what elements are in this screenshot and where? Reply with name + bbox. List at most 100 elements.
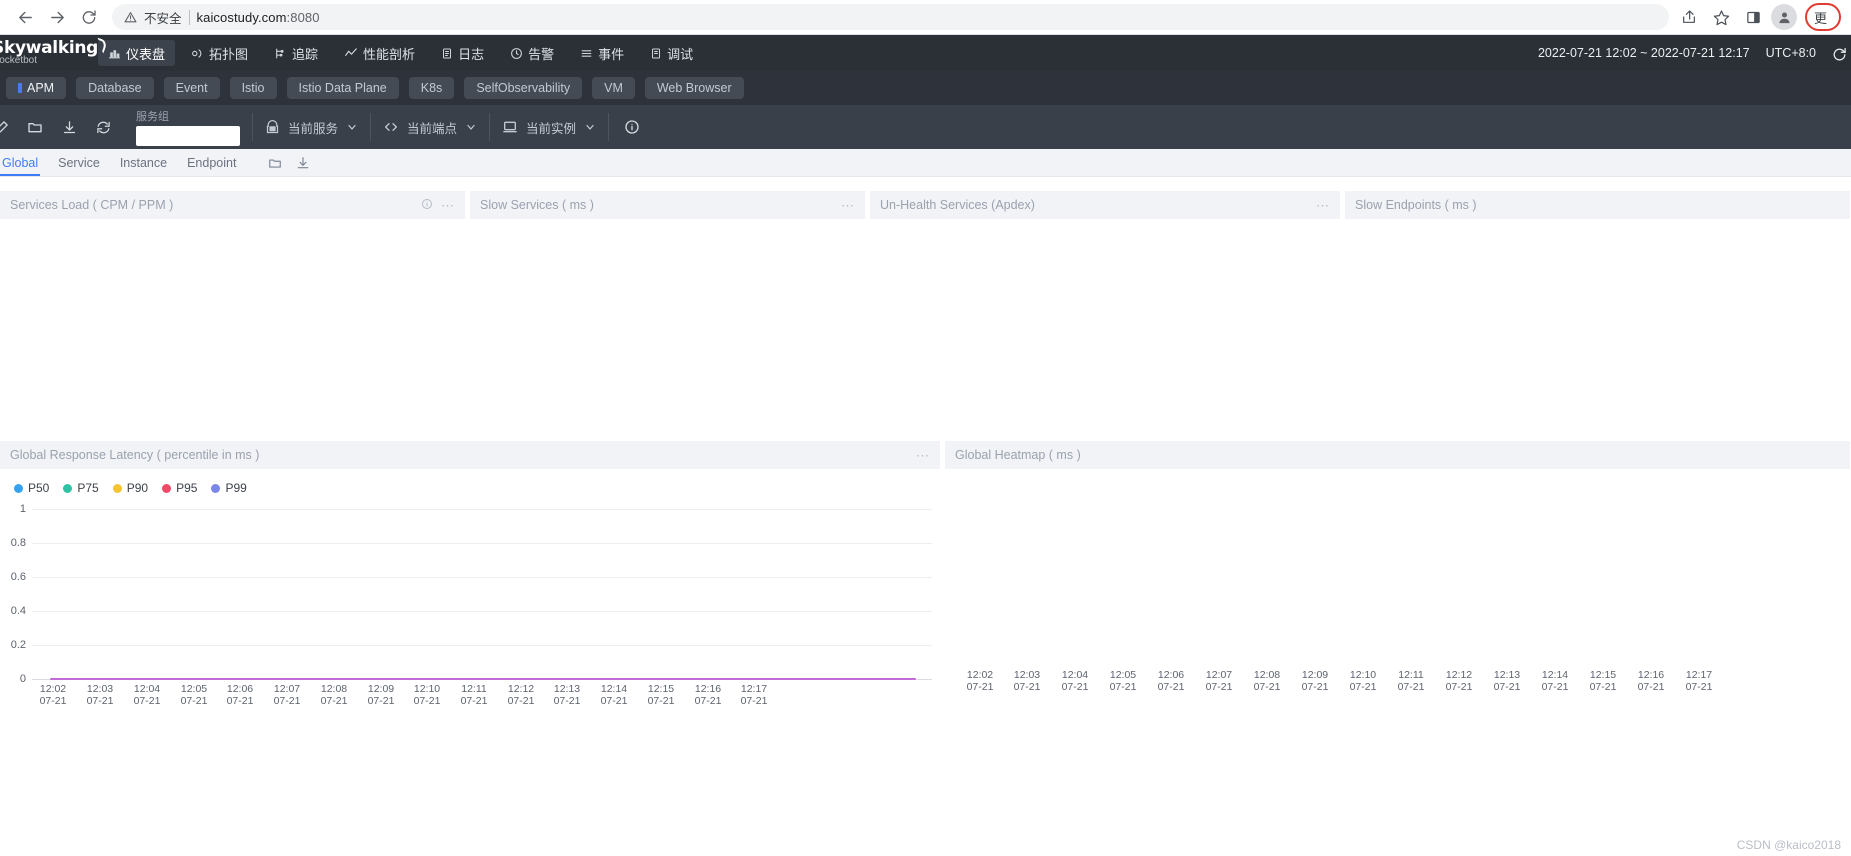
nav-item-label: 仪表盘 [126,46,166,62]
current-service-selector[interactable]: 当前服务 [253,105,370,149]
back-arrow-icon[interactable] [10,2,40,32]
subtab-service[interactable]: Service [58,149,100,176]
tab-label: Database [88,81,142,95]
widget-header: Slow Endpoints ( ms ) [1345,191,1850,219]
heatmap-plot [945,469,1850,665]
service-group-input[interactable] [136,126,240,146]
x-tick: 12:11 07-21 [1397,669,1425,693]
x-tick: 12:06 07-21 [1157,669,1185,693]
widget-menu-icon[interactable]: ⋯ [841,199,855,212]
folder-icon[interactable] [20,112,50,142]
toolbar-divider [608,113,610,141]
service-group-selector[interactable]: 服务组 [128,108,240,146]
nav-item-debug[interactable]: 调试 [640,40,703,66]
refresh-icon[interactable] [1832,46,1847,61]
side-panel-icon[interactable] [1739,3,1767,31]
x-tick: 12:15 07-21 [647,683,675,707]
refresh-icon[interactable] [88,112,118,142]
nav-item-label: 调试 [667,46,694,62]
tab-label: Istio [241,81,265,95]
url-text: kaicostudy.com:8080 [197,10,320,25]
profile-avatar-icon[interactable] [1771,4,1797,30]
widget-slow-services: Slow Services ( ms ) ⋯ [470,191,870,441]
address-bar[interactable]: 不安全 kaicostudy.com:8080 [112,4,1669,30]
nav-item-trace[interactable]: 追踪 [264,40,328,66]
x-tick: 12:09 07-21 [1301,669,1329,693]
download-icon[interactable] [296,156,310,170]
service-icon [265,119,280,135]
x-tick: 12:04 07-21 [1061,669,1089,693]
nav-item-event[interactable]: 事件 [570,40,634,66]
subtab-endpoint[interactable]: Endpoint [187,149,236,176]
not-secure-label: 不安全 [144,11,182,26]
x-tick: 12:10 07-21 [413,683,441,707]
chevron-down-icon [465,121,477,133]
legend-item-p75[interactable]: P75 [63,481,99,495]
latency-chart-xaxis: 12:02 07-21 12:03 07-21 12:04 07-21 12:05 07… [0,683,944,717]
nav-item-label: 日志 [458,46,485,62]
tab-event[interactable]: Event [163,77,220,99]
widget-tools: ⋯ [1316,199,1330,212]
widget-header: Global Heatmap ( ms ) [945,441,1850,469]
dashboard-icon [108,47,121,60]
tab-label: K8s [420,81,443,95]
selector-label: 当前实例 [526,121,577,136]
edit-icon[interactable] [0,112,16,142]
x-tick: 12:03 07-21 [1013,669,1041,693]
topology-icon [191,47,204,60]
info-icon[interactable] [421,198,433,213]
gridline [32,577,932,578]
current-instance-selector[interactable]: 当前实例 [490,105,608,149]
reload-icon[interactable] [74,2,104,32]
url-host: kaicostudy.com [196,9,287,25]
tab-apm[interactable]: APM [6,77,67,99]
nav-item-log[interactable]: 日志 [431,40,494,66]
tab-istio[interactable]: Istio [229,77,277,99]
legend-item-p90[interactable]: P90 [112,481,149,495]
folder-icon[interactable] [268,156,282,170]
header-right: 2022-07-21 12:02 ~ 2022-07-21 12:17 UTC+… [1538,35,1851,71]
legend-item-p99[interactable]: P99 [211,481,247,495]
x-tick: 12:13 07-21 [1493,669,1521,693]
legend-swatch [14,483,23,493]
forward-arrow-icon[interactable] [42,2,72,32]
tab-selfobservability[interactable]: SelfObservability [464,77,583,99]
legend-label: P90 [126,481,149,495]
legend-item-p50[interactable]: P50 [14,481,49,495]
legend-swatch [112,483,122,493]
x-tick: 12:14 07-21 [1541,669,1569,693]
info-icon[interactable] [617,112,647,142]
widget-menu-icon[interactable]: ⋯ [1316,199,1330,212]
tab-k8s[interactable]: K8s [408,77,455,99]
share-icon[interactable] [1675,3,1703,31]
legend-item-p95[interactable]: P95 [162,481,197,495]
timezone-label[interactable]: UTC+8:0 [1766,46,1816,60]
time-range-label[interactable]: 2022-07-21 12:02 ~ 2022-07-21 12:17 [1538,46,1750,60]
subtab-global[interactable]: Global [0,149,41,176]
widget-unhealth-services: Un-Health Services (Apdex) ⋯ [870,191,1345,441]
tab-database[interactable]: Database [76,77,154,99]
nav-item-topology[interactable]: 拓扑图 [181,40,258,66]
more-button[interactable]: 更 [1805,3,1841,31]
omnibox-divider [188,9,190,25]
x-tick: 12:12 07-21 [507,683,535,707]
widget-menu-icon[interactable]: ⋯ [916,449,930,462]
widget-body: 12:02 07-21 12:03 07-21 12:04 07-21 12:05 07… [945,469,1850,703]
nav-item-alarm[interactable]: 告警 [500,40,564,66]
tab-vm[interactable]: VM [592,77,635,99]
widget-menu-icon[interactable]: ⋯ [441,199,455,212]
subtab-label: Endpoint [187,155,237,170]
current-endpoint-selector[interactable]: 当前端点 [371,105,489,149]
download-icon[interactable] [54,112,84,142]
subtab-instance[interactable]: Instance [120,149,167,176]
widget-body [1345,219,1850,441]
nav-item-dashboard[interactable]: 仪表盘 [98,40,176,66]
tab-web-browser[interactable]: Web Browser [644,77,744,99]
nav-item-profile[interactable]: 性能剖析 [334,40,425,66]
x-tick: 12:14 07-21 [600,683,628,707]
star-icon[interactable] [1707,3,1735,31]
dashboard-subtabs: Global Service Instance Endpoint [0,149,1851,177]
app-header: Skywalking Rocketbot 仪表盘 拓扑图 追踪 性能剖析 日志 … [0,35,1851,71]
tab-istio-data-plane[interactable]: Istio Data Plane [286,77,399,99]
widget-title: Global Heatmap ( ms ) [955,448,1081,462]
